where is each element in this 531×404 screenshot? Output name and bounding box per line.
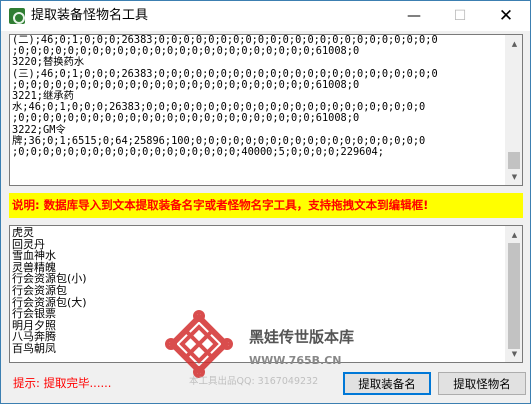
source-line: ;0;0;0;0;0;0;0;0;0;0;0;0;0;0;0;0;0;0;0;0… (12, 45, 360, 58)
scroll-down-arrow-icon[interactable]: ▼ (506, 168, 522, 185)
hint-bar: 说明: 数据库导入到文本提取装备名字或者怪物名字工具，支持拖拽文本到编辑框! (9, 193, 523, 218)
window-title: 提取装备怪物名工具 (31, 8, 149, 23)
result-item: 明月夕照 (12, 318, 56, 332)
source-line: ;0;0;0;0;0;0;0;0;0;0;0;0;0;0;0;0;0;0;0;0… (12, 112, 360, 125)
result-item: 行会资源包(小) (12, 272, 87, 286)
source-line: 3220;替换药水 (12, 56, 85, 69)
scroll-up-arrow-icon[interactable]: ▲ (506, 226, 522, 243)
result-text-box[interactable]: 虎灵 回灵丹 雪血神水 灵兽精魄 行会资源包(小) 行会资源包 行会资源包(大) 行会银票 明月… (9, 225, 523, 363)
result-item: 八马奔腾 (12, 330, 56, 344)
status-text: 提示: 提取完毕...... (13, 376, 112, 390)
result-item: 行会银票 (12, 307, 56, 321)
result-item: 虎灵 (12, 227, 34, 239)
maximize-button[interactable]: ☐ (437, 1, 483, 30)
scrollbar-thumb[interactable] (508, 152, 520, 169)
extract-monster-button[interactable]: 提取怪物名 (438, 372, 526, 395)
extract-equipment-button[interactable]: 提取装备名 (343, 372, 431, 395)
result-item: 雪血神水 (12, 249, 56, 263)
source-scrollbar[interactable]: ▲ ▼ (505, 35, 522, 185)
source-text-box[interactable]: (二);46;0;1;0;0;0;26383;0;0;0;0;0;0;0;0;0… (9, 34, 523, 186)
title-bar[interactable]: 提取装备怪物名工具 — ☐ ✕ (1, 1, 530, 31)
minimize-button[interactable]: — (391, 1, 437, 30)
result-item: 行会资源包 (12, 283, 67, 297)
main-window: 提取装备怪物名工具 — ☐ ✕ (二);46;0;1;0;0;0;26383;0… (0, 0, 531, 404)
result-item: 百鸟朝凤 (12, 341, 56, 355)
close-button[interactable]: ✕ (483, 1, 529, 30)
result-list: 虎灵 回灵丹 雪血神水 灵兽精魄 行会资源包(小) 行会资源包 行会资源包(大) 行会银票 明月… (12, 227, 506, 355)
scroll-up-arrow-icon[interactable]: ▲ (506, 35, 522, 52)
hint-text: 说明: 数据库导入到文本提取装备名字或者怪物名字工具，支持拖拽文本到编辑框! (12, 198, 429, 212)
source-text-content: (二);46;0;1;0;0;0;26383;0;0;0;0;0;0;0;0;0… (12, 35, 506, 158)
source-line: ;0;0;0;0;0;0;0;0;0;0;0;0;0;0;0;0;0;0;400… (12, 146, 384, 159)
scrollbar-thumb[interactable] (508, 243, 520, 349)
source-line: ;0;0;0;0;0;0;0;0;0;0;0;0;0;0;0;0;0;0;0;0… (12, 78, 360, 91)
result-item: 行会资源包(大) (12, 295, 87, 309)
scroll-down-arrow-icon[interactable]: ▼ (506, 345, 522, 362)
watermark-qq: 本工具出品QQ: 3167049232 (189, 376, 319, 387)
app-icon (9, 8, 25, 24)
result-item: 回灵丹 (12, 237, 45, 251)
result-scrollbar[interactable]: ▲ ▼ (505, 226, 522, 362)
